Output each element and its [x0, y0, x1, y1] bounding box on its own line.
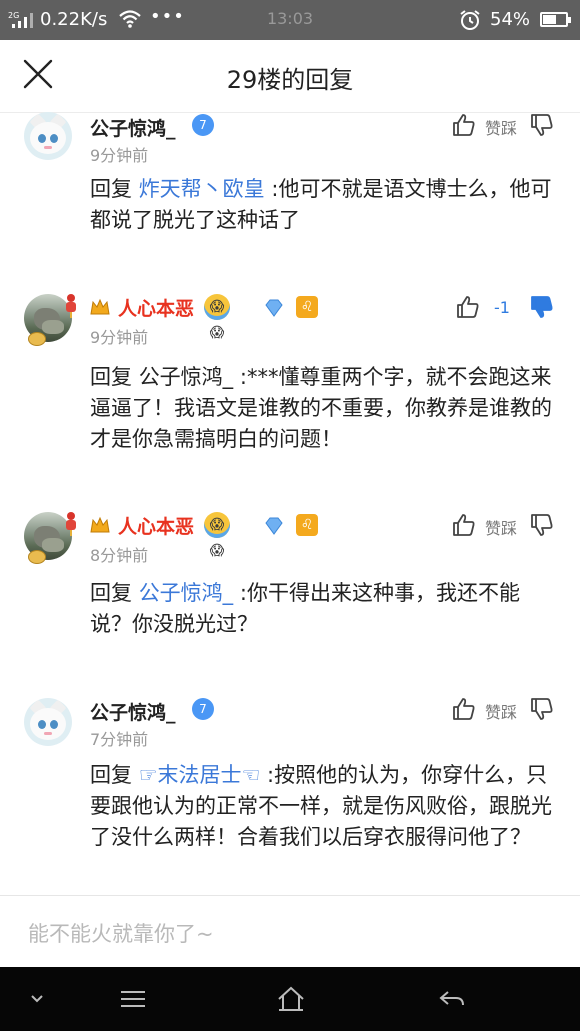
crown-icon — [90, 298, 110, 315]
diamond-icon — [265, 517, 283, 535]
back-icon[interactable] — [436, 985, 466, 1013]
lantern-badge — [64, 512, 78, 536]
status-bar: 2G 0.22K/s ••• 13:03 54% — [0, 0, 580, 40]
thumbs-up-icon[interactable] — [455, 294, 481, 320]
level-badge: 7 — [192, 698, 214, 720]
reply-item: 人心本恶 😱😱 ♌ 8分钟前 赞踩 回复 公子惊鸿_ :你干得出来这种事，我还不… — [0, 508, 580, 678]
thumbs-down-icon[interactable] — [529, 294, 555, 320]
reply-input-bar[interactable]: 能不能火就靠你了~ — [0, 895, 580, 968]
thumbs-up-icon[interactable] — [451, 512, 477, 538]
username[interactable]: 公子惊鸿_ — [90, 114, 176, 141]
mention-link[interactable]: ☞末法居士☜ — [139, 763, 261, 787]
diamond-icon — [265, 299, 283, 317]
thumbs-down-icon[interactable] — [529, 696, 555, 722]
coin-badge — [28, 550, 46, 564]
scream-emoji-icon: 😱😱 — [204, 294, 230, 341]
mention-link[interactable]: 公子惊鸿_ — [139, 581, 234, 605]
title-bar: 29楼的回复 — [0, 40, 580, 113]
mention-link[interactable]: 炸天帮丶欧皇 — [139, 177, 265, 201]
username[interactable]: 人心本恶 — [118, 512, 194, 539]
username[interactable]: 人心本恶 — [118, 294, 194, 321]
vote-count: -1 — [494, 298, 510, 317]
reply-text: 回复 ☞末法居士☜ :按照他的认为，你穿什么，只要跟他认为的正常不一样，就是伤风… — [90, 763, 552, 849]
reply-item: 公子惊鸿_ 7 9分钟前 赞踩 回复 炸天帮丶欧皇 :他可不就是语文博士么，他可… — [0, 112, 580, 282]
reply-item: 公子惊鸿_ 7 7分钟前 赞踩 回复 ☞末法居士☜ :按照他的认为，你穿什么，只… — [0, 696, 580, 896]
avatar[interactable] — [24, 698, 72, 746]
system-nav-bar — [0, 967, 580, 1031]
coin-badge — [28, 332, 46, 346]
scream-emoji-icon: 😱😱 — [204, 512, 230, 559]
reply-text: 回复 炸天帮丶欧皇 :他可不就是语文博士么，他可都说了脱光了这种话了 — [90, 177, 552, 232]
level-badge: 7 — [192, 114, 214, 136]
timestamp: 8分钟前 — [90, 546, 149, 565]
crown-icon — [90, 516, 110, 533]
page-title: 29楼的回复 — [226, 66, 354, 94]
chevron-down-icon[interactable] — [22, 985, 52, 1013]
scorpio-icon: ♌ — [296, 296, 318, 318]
reply-text: 回复 公子惊鸿_ :你干得出来这种事，我还不能说？你没脱光过？ — [90, 581, 520, 636]
thumbs-up-icon[interactable] — [451, 696, 477, 722]
menu-icon[interactable] — [118, 985, 148, 1013]
lantern-badge — [64, 294, 78, 318]
reply-text: 回复 公子惊鸿_ :***懂尊重两个字，就不会跑这来逼逼了！我语文是谁教的不重要… — [90, 365, 552, 451]
timestamp: 9分钟前 — [90, 328, 149, 347]
battery-icon — [540, 12, 571, 27]
timestamp: 9分钟前 — [90, 146, 149, 165]
thumbs-up-icon[interactable] — [451, 112, 477, 138]
alarm-icon — [460, 10, 480, 30]
mention-link[interactable]: 公子惊鸿_ — [139, 365, 234, 389]
reply-item: 人心本恶 😱😱 ♌ 9分钟前 -1 回复 公子惊鸿_ :***懂尊重两个字，就不… — [0, 290, 580, 490]
username[interactable]: 公子惊鸿_ — [90, 698, 176, 725]
scorpio-icon: ♌ — [296, 514, 318, 536]
thumbs-down-icon[interactable] — [529, 512, 555, 538]
thumbs-down-icon[interactable] — [529, 112, 555, 138]
avatar[interactable] — [24, 112, 72, 160]
timestamp: 7分钟前 — [90, 730, 149, 749]
reply-input[interactable]: 能不能火就靠你了~ — [28, 918, 214, 948]
like-label: 赞踩 — [485, 703, 518, 722]
home-icon[interactable] — [276, 985, 306, 1013]
battery-percent: 54% — [490, 9, 531, 30]
like-label: 赞踩 — [485, 519, 518, 538]
like-label: 赞踩 — [485, 119, 518, 138]
